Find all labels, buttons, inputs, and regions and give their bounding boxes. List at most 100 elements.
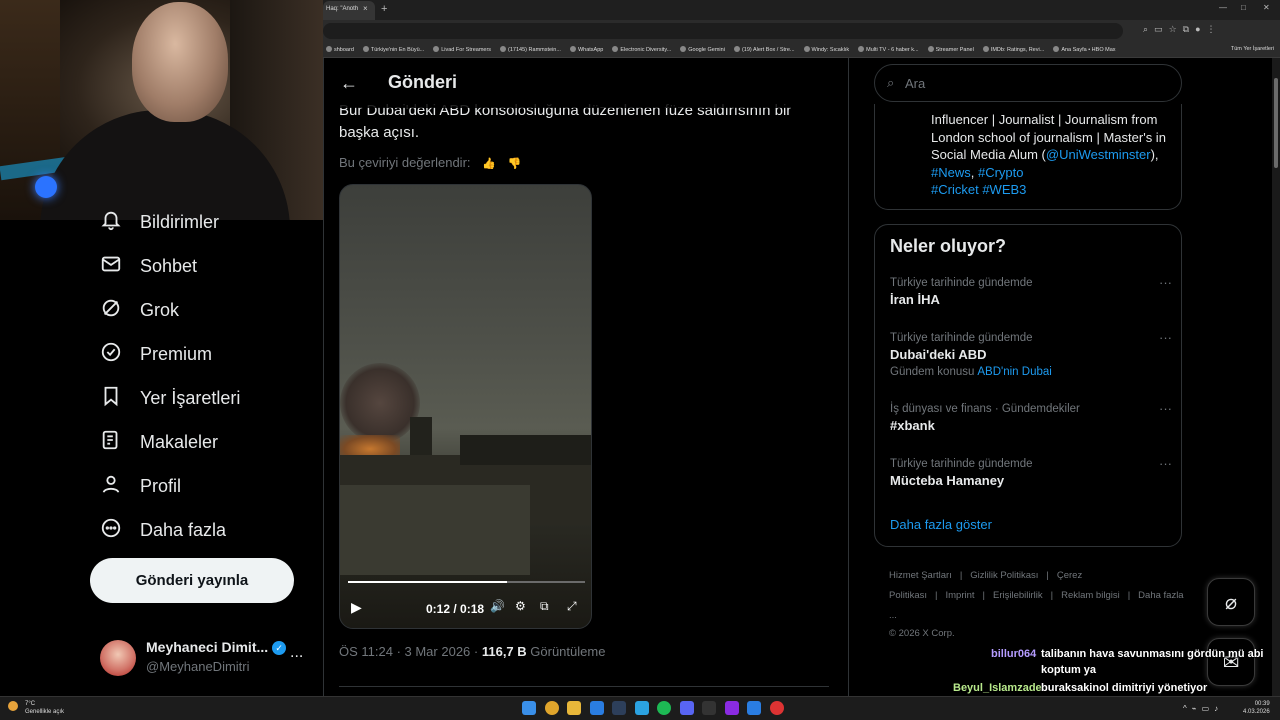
bio-hashtag-link[interactable]: #Cricket [931,182,979,197]
bookmark-item[interactable]: Google Gemini [680,46,725,53]
back-arrow-icon[interactable]: ← [340,73,358,94]
zoom-icon[interactable]: ⌕ [1143,24,1154,34]
bookmark-item[interactable]: Ana Sayfa • HBO Max [1053,46,1116,53]
bookmark-item[interactable]: shboard [326,46,354,53]
nav-item[interactable]: Premium [100,339,212,369]
video-controls: ▶ 0:12 / 0:18 🔊 ⚙ ⧉ ⤢ [340,593,591,623]
bookmark-item[interactable]: Electronic Diversity... [612,46,671,53]
browser-tab[interactable]: Haq: "Anoth × [323,1,375,20]
footer-link[interactable]: Gizlilik Politikası [970,570,1038,581]
post-timestamp[interactable]: ÖS 11:24 · 3 Mar 2026 · [339,644,482,659]
windows-start-icon[interactable] [522,701,536,715]
chat-text: koptum ya [1041,664,1097,676]
settings-gear-icon[interactable]: ⚙ [515,599,526,613]
nav-item[interactable]: Daha fazla [100,515,226,545]
bookmark-item[interactable]: WhatsApp [569,46,603,53]
weather-widget[interactable]: 7°C Genellikle açık [8,700,64,716]
discord-icon[interactable] [679,701,694,715]
footer-link[interactable]: Reklam bilgisi [1061,590,1120,601]
bookmark-label: (19) Alert Box / Stre... [741,47,795,53]
app-icon[interactable] [589,701,604,715]
footer-link[interactable]: Erişilebilirlik [993,590,1043,601]
thumbs-down-icon[interactable]: 👎 [507,158,521,170]
footer-separator: | [1046,570,1049,581]
pip-icon[interactable]: ⧉ [540,599,549,614]
fullscreen-icon[interactable]: ⤢ [567,599,577,614]
volume-icon[interactable]: 🔊 [490,599,505,613]
new-tab-icon[interactable]: + [381,3,387,15]
trend-sub-link[interactable]: ABD'nin Dubai [977,366,1051,378]
close-window-icon[interactable]: ✕ [1263,3,1270,12]
app-icon[interactable] [702,701,716,715]
bookmark-item[interactable]: (17145) Rammstein... [500,46,561,53]
extensions-icon[interactable]: ⧉ [1183,24,1195,34]
trend-item[interactable]: Türkiye tarihinde gündemde İran İHA ··· [890,275,1172,307]
bio-hashtag-link[interactable]: #News [931,165,971,180]
play-icon[interactable]: ▶ [351,599,362,616]
star-icon[interactable]: ☆ [1169,24,1183,34]
trend-item[interactable]: Türkiye tarihinde gündemde Dubai'deki ABD… [890,330,1172,378]
app-icon[interactable] [747,701,761,715]
avatar [100,640,136,676]
all-bookmarks-folder[interactable]: Tüm Yer İşaretleri [1231,46,1274,52]
address-field[interactable] [323,23,1123,39]
more-icon[interactable]: ··· [1159,275,1172,290]
video-progress-bar[interactable] [348,581,585,583]
more-icon[interactable]: ··· [1159,456,1172,471]
scrollbar-thumb[interactable] [1274,78,1278,168]
app-icon[interactable] [634,701,649,715]
bio-hashtag-link[interactable]: #Crypto [978,165,1024,180]
bookmark-item[interactable]: Multi TV - 6 haber k... [858,46,919,53]
nav-item[interactable]: Grok [100,295,179,325]
bookmark-item[interactable]: (19) Alert Box / Stre... [733,46,795,53]
maximize-icon[interactable]: □ [1241,3,1246,12]
system-tray[interactable]: ^⌁▭♪ [1183,704,1223,713]
thumbs-up-icon[interactable]: 👍 [482,158,496,170]
cast-icon[interactable]: ▭ [1154,24,1169,34]
nav-item[interactable]: Sohbet [100,251,197,281]
video-player[interactable]: ▶ 0:12 / 0:18 🔊 ⚙ ⧉ ⤢ [339,184,592,629]
bio-hashtag-link[interactable]: #WEB3 [982,182,1026,197]
account-switcher[interactable]: Meyhaneci Dimit... ✓ @MeyhaneDimitri ... [100,636,315,678]
nav-item[interactable]: Profil [100,471,181,501]
post-button[interactable]: Gönderi yayınla [90,558,294,603]
nav-item[interactable]: Bildirimler [100,207,219,237]
profile-icon[interactable]: ● [1195,24,1206,34]
more-icon[interactable]: ... [290,644,303,662]
footer-link[interactable]: Imprint [945,590,974,601]
tab-close-icon[interactable]: × [363,4,368,13]
bookmark-item[interactable]: Livad For Streamers [433,46,491,53]
menu-icon[interactable]: ⋮ [1207,24,1222,34]
page-scrollbar[interactable] [1272,58,1280,696]
nav-item[interactable]: Yer İşaretleri [100,383,240,413]
bookmark-favicon-icon [1053,46,1060,52]
grok-icon[interactable]: ⌀ [1207,578,1255,626]
views-label: Görüntüleme [526,644,606,659]
footer-link[interactable]: Hizmet Şartları [889,570,952,581]
folder-icon[interactable] [567,701,581,715]
steam-icon[interactable] [612,701,626,715]
bookmark-item[interactable]: Streamer Panel [927,46,974,53]
bookmark-favicon-icon [612,46,619,52]
more-icon[interactable]: ··· [1159,330,1172,345]
app-icon[interactable] [724,701,739,715]
trend-item[interactable]: Türkiye tarihinde gündemde Mücteba Hamane… [890,456,1172,488]
more-icon[interactable]: ··· [1159,401,1172,416]
minimize-icon[interactable]: — [1219,3,1227,12]
spotify-icon[interactable] [657,701,671,715]
bio-mention-link[interactable]: @UniWestminster [1046,147,1151,162]
bookmark-item[interactable]: Windy: Sıcaklık [803,46,849,53]
bookmark-item[interactable]: Türkiye'nin En Büyü... [362,46,424,53]
video-building [410,417,432,457]
bookmark-label: Multi TV - 6 haber k... [866,47,919,53]
post-actions-bar [339,686,829,696]
bookmark-item[interactable]: IMDb: Ratings, Revi... [982,46,1044,53]
search-box[interactable]: ⌕ Ara [874,64,1182,102]
app-icon[interactable] [769,701,784,715]
search-input[interactable]: Ara [905,76,925,91]
taskbar-clock[interactable]: 00:39 4.03.2026 [1243,700,1270,716]
trend-item[interactable]: İş dünyası ve finans · Gündemdekiler #xba… [890,401,1172,433]
chrome-icon[interactable] [544,701,559,715]
show-more-link[interactable]: Daha fazla göster [890,517,992,532]
nav-item[interactable]: Makaleler [100,427,218,457]
